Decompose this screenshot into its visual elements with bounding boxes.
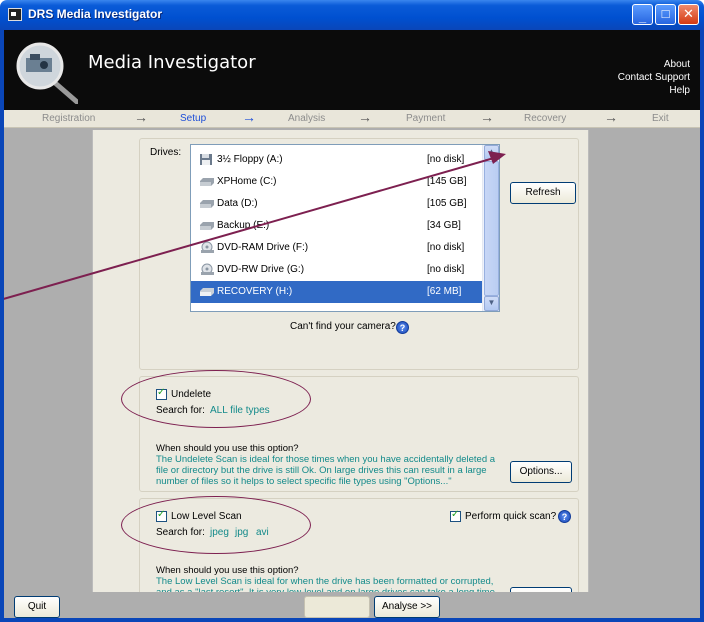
hard-drive-icon — [200, 222, 214, 230]
drive-size: [145 GB] — [427, 176, 467, 187]
close-icon: ✕ — [683, 6, 694, 21]
window-client: Media Investigator About Contact Support… — [4, 30, 700, 618]
drive-name: 3½ Floppy (A:) — [217, 154, 283, 165]
drive-name: XPHome (C:) — [217, 176, 277, 187]
undelete-search-for-value[interactable]: ALL file types — [210, 405, 270, 416]
contact-support-link[interactable]: Contact Support — [618, 71, 690, 84]
footer-bar: Quit Analyse >> — [4, 592, 700, 618]
quick-scan-checkbox[interactable] — [450, 509, 461, 522]
hard-drive-icon — [200, 200, 214, 208]
drive-name: Data (D:) — [217, 198, 258, 209]
window-frame: Media Investigator About Contact Support… — [0, 30, 704, 622]
window-title: DRS Media Investigator — [28, 7, 163, 21]
removable-drive-icon — [200, 288, 214, 296]
low-level-label: Low Level Scan — [171, 511, 242, 522]
step-setup[interactable]: Setup — [180, 113, 206, 124]
drive-name: DVD-RAM Drive (F:) — [217, 242, 309, 253]
step-registration[interactable]: Registration — [42, 113, 95, 124]
maximize-button[interactable]: □ — [655, 4, 676, 25]
floppy-icon — [200, 154, 212, 165]
title-bar: DRS Media Investigator _ □ ✕ — [0, 0, 704, 30]
magnifier-logo-icon — [16, 42, 78, 104]
back-button — [304, 596, 370, 618]
file-type-jpeg[interactable]: jpeg — [210, 527, 229, 538]
drive-size: [62 MB] — [427, 286, 462, 297]
drive-name: Backup (E:) — [217, 220, 270, 231]
drive-size: [no disk] — [427, 154, 465, 165]
file-type-avi[interactable]: avi — [256, 527, 269, 538]
step-payment[interactable]: Payment — [406, 113, 445, 124]
setup-panel: Drives: 3½ Floppy (A:) [no disk] XPHome … — [92, 130, 589, 614]
drive-item[interactable]: XPHome (C:) [145 GB] — [191, 171, 483, 193]
drive-size: [no disk] — [427, 242, 465, 253]
app-name: Media Investigator — [88, 52, 256, 73]
low-level-search-for-label: Search for: — [156, 527, 205, 538]
quick-scan-label: Perform quick scan? — [465, 511, 557, 522]
scroll-down-button[interactable]: ▼ — [484, 296, 499, 311]
help-link[interactable]: Help — [618, 84, 690, 97]
undelete-section: Undelete Search for: ALL file types When… — [139, 376, 579, 492]
maximize-icon: □ — [661, 6, 670, 21]
analyse-button[interactable]: Analyse >> — [374, 596, 440, 618]
undelete-search-for-label: Search for: — [156, 405, 205, 416]
about-link[interactable]: About — [618, 58, 690, 71]
step-arrow-icon: → — [242, 109, 256, 125]
low-level-question: When should you use this option? — [156, 565, 299, 576]
help-icon[interactable]: ? — [396, 321, 409, 334]
drives-label: Drives: — [150, 147, 182, 158]
hard-drive-icon — [200, 178, 214, 186]
scroll-up-icon: ▲ — [487, 147, 496, 156]
refresh-button[interactable]: Refresh — [510, 182, 576, 204]
dvd-drive-icon — [201, 263, 214, 275]
undelete-question: When should you use this option? — [156, 443, 299, 454]
dvd-drive-icon — [201, 241, 214, 253]
drives-scrollbar[interactable]: ▲ ▼ — [482, 145, 499, 311]
close-button[interactable]: ✕ — [678, 4, 699, 25]
step-exit[interactable]: Exit — [652, 113, 669, 124]
drive-item[interactable]: DVD-RAM Drive (F:) [no disk] — [191, 237, 483, 259]
scroll-down-icon: ▼ — [487, 298, 496, 307]
step-arrow-icon: → — [480, 109, 494, 125]
camera-question: Can't find your camera? — [290, 321, 396, 332]
scroll-up-button[interactable]: ▲ — [484, 145, 499, 160]
step-arrow-icon: → — [358, 109, 372, 125]
drive-name: DVD-RW Drive (G:) — [217, 264, 305, 275]
app-icon — [8, 8, 22, 21]
drive-item[interactable]: Backup (E:) [34 GB] — [191, 215, 483, 237]
scroll-thumb[interactable] — [484, 161, 499, 296]
wizard-steps: Registration → Setup → Analysis → Paymen… — [4, 109, 700, 128]
step-analysis[interactable]: Analysis — [288, 113, 325, 124]
file-type-jpg[interactable]: jpg — [235, 527, 248, 538]
minimize-icon: _ — [638, 9, 647, 24]
drive-item[interactable]: 3½ Floppy (A:) [no disk] — [191, 149, 483, 171]
header-links: About Contact Support Help — [618, 58, 690, 97]
minimize-button[interactable]: _ — [632, 4, 653, 25]
quit-button[interactable]: Quit — [14, 596, 60, 618]
drives-section: Drives: 3½ Floppy (A:) [no disk] XPHome … — [139, 138, 579, 370]
help-icon[interactable]: ? — [558, 510, 571, 523]
undelete-label: Undelete — [171, 389, 212, 400]
drive-item-selected[interactable]: RECOVERY (H:) [62 MB] — [191, 281, 483, 303]
drive-item[interactable]: DVD-RW Drive (G:) [no disk] — [191, 259, 483, 281]
undelete-description: The Undelete Scan is ideal for those tim… — [156, 454, 496, 487]
undelete-checkbox[interactable] — [156, 387, 167, 400]
undelete-options-button[interactable]: Options... — [510, 461, 572, 483]
step-arrow-icon: → — [604, 109, 618, 125]
drive-size: [105 GB] — [427, 198, 467, 209]
drive-name: RECOVERY (H:) — [217, 286, 293, 297]
drive-size: [34 GB] — [427, 220, 461, 231]
step-recovery[interactable]: Recovery — [524, 113, 566, 124]
drives-listbox[interactable]: 3½ Floppy (A:) [no disk] XPHome (C:) [14… — [190, 144, 500, 312]
app-header: Media Investigator About Contact Support… — [4, 30, 700, 110]
low-level-checkbox[interactable] — [156, 509, 167, 522]
step-arrow-icon: → — [134, 109, 148, 125]
drive-item[interactable]: Data (D:) [105 GB] — [191, 193, 483, 215]
drive-size: [no disk] — [427, 264, 465, 275]
undelete-description-block: When should you use this option? The Und… — [156, 443, 506, 487]
